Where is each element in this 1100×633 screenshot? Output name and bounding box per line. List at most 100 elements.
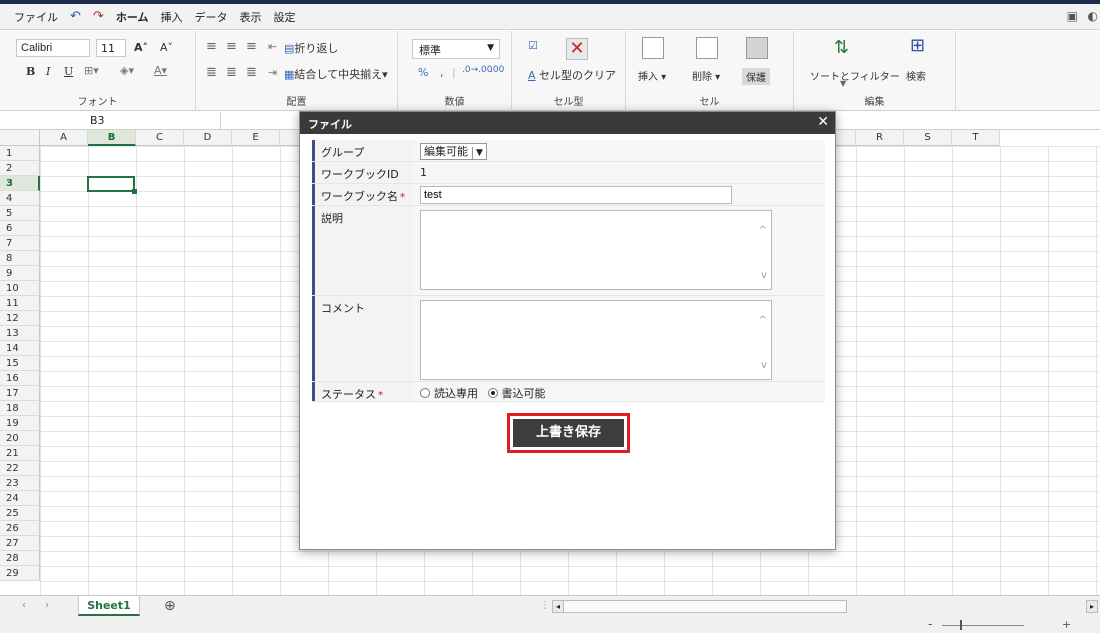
- align-left-icon[interactable]: ≣: [206, 65, 217, 80]
- zoom-slider-knob[interactable]: [960, 620, 962, 630]
- row-header[interactable]: 9: [0, 266, 40, 281]
- insert-button[interactable]: 挿入 ▾: [638, 68, 666, 83]
- align-center-icon[interactable]: ≣: [226, 65, 237, 80]
- wrap-text-button[interactable]: ▤折り返し: [284, 40, 338, 56]
- bold-icon[interactable]: B: [26, 65, 35, 78]
- row-header[interactable]: 15: [0, 356, 40, 371]
- font-shrink-icon[interactable]: A˅: [160, 41, 173, 54]
- row-header[interactable]: 16: [0, 371, 40, 386]
- sheet-tab-sheet1[interactable]: Sheet1: [78, 596, 140, 616]
- row-header[interactable]: 28: [0, 551, 40, 566]
- align-middle-icon[interactable]: ≡: [226, 39, 237, 54]
- splitter-handle-icon[interactable]: ⋮: [540, 600, 550, 611]
- scroll-up-icon[interactable]: ^: [759, 225, 767, 236]
- row-header[interactable]: 1: [0, 146, 40, 161]
- row-header[interactable]: 26: [0, 521, 40, 536]
- status-radio-writable[interactable]: 書込可能: [487, 385, 546, 401]
- help-icon[interactable]: ◐: [1088, 9, 1098, 23]
- outdent-icon[interactable]: ⇥: [268, 66, 277, 79]
- sort-filter-icon[interactable]: ⇅: [834, 37, 849, 58]
- row-header[interactable]: 5: [0, 206, 40, 221]
- scroll-down-icon[interactable]: v: [761, 270, 767, 281]
- number-format-select[interactable]: 標準 ▼: [412, 39, 500, 59]
- column-header[interactable]: A: [40, 130, 88, 146]
- column-header[interactable]: C: [136, 130, 184, 146]
- binoculars-icon[interactable]: ⊞: [910, 35, 925, 56]
- name-box[interactable]: B3: [0, 112, 220, 130]
- add-sheet-icon[interactable]: ⊕: [164, 598, 176, 614]
- redo-icon[interactable]: ↷: [93, 9, 104, 24]
- row-header[interactable]: 4: [0, 191, 40, 206]
- menu-file[interactable]: ファイル: [14, 9, 58, 25]
- protect-button[interactable]: 保護: [742, 68, 770, 85]
- overwrite-save-button[interactable]: 上書き保存: [513, 419, 624, 447]
- decrease-decimal-icon[interactable]: .00: [490, 65, 504, 75]
- row-header[interactable]: 29: [0, 566, 40, 581]
- row-header[interactable]: 24: [0, 491, 40, 506]
- font-size-select[interactable]: 11: [96, 39, 126, 57]
- menu-settings[interactable]: 設定: [273, 9, 295, 25]
- menu-view[interactable]: 表示: [239, 9, 261, 25]
- italic-icon[interactable]: I: [46, 65, 50, 78]
- scroll-right-icon[interactable]: ▸: [1086, 600, 1098, 613]
- row-header[interactable]: 8: [0, 251, 40, 266]
- workbook-name-input[interactable]: [420, 186, 732, 204]
- column-header[interactable]: B: [88, 130, 136, 146]
- sheet-nav-arrows-icon[interactable]: ‹ ›: [22, 600, 57, 611]
- indent-icon[interactable]: ⇤: [268, 40, 277, 53]
- row-header[interactable]: 12: [0, 311, 40, 326]
- comment-textarea[interactable]: ^ v: [420, 300, 772, 380]
- sort-filter-button[interactable]: ソートとフィルター: [810, 68, 900, 83]
- menu-insert[interactable]: 挿入: [160, 9, 182, 25]
- row-header[interactable]: 19: [0, 416, 40, 431]
- protect-icon[interactable]: [746, 37, 768, 59]
- column-header[interactable]: S: [904, 130, 952, 146]
- row-header[interactable]: 14: [0, 341, 40, 356]
- align-bottom-icon[interactable]: ≡: [246, 39, 257, 54]
- percent-icon[interactable]: %: [418, 66, 428, 79]
- comma-icon[interactable]: ,: [440, 66, 444, 79]
- delete-button[interactable]: 削除 ▾: [692, 68, 720, 83]
- row-header[interactable]: 6: [0, 221, 40, 236]
- align-top-icon[interactable]: ≡: [206, 39, 217, 54]
- menu-home[interactable]: ホーム: [116, 9, 149, 25]
- delete-cells-icon[interactable]: [696, 37, 718, 59]
- row-header[interactable]: 7: [0, 236, 40, 251]
- group-select[interactable]: 編集可能 ▼: [420, 143, 487, 160]
- underline-icon[interactable]: U: [64, 65, 73, 78]
- column-header[interactable]: D: [184, 130, 232, 146]
- scroll-left-icon[interactable]: ◂: [552, 600, 564, 613]
- row-header[interactable]: 21: [0, 446, 40, 461]
- menu-data[interactable]: データ: [194, 9, 227, 25]
- find-button[interactable]: 検索: [906, 68, 926, 83]
- scroll-down-icon[interactable]: v: [761, 360, 767, 371]
- select-all-corner[interactable]: [0, 130, 40, 146]
- row-header[interactable]: 25: [0, 506, 40, 521]
- row-header[interactable]: 27: [0, 536, 40, 551]
- status-radio-readonly[interactable]: 読込専用: [420, 385, 478, 401]
- column-header[interactable]: T: [952, 130, 1000, 146]
- description-textarea[interactable]: ^ v: [420, 210, 772, 290]
- close-icon[interactable]: ✕: [817, 114, 829, 130]
- zoom-slider[interactable]: [942, 625, 1024, 626]
- zoom-out-icon[interactable]: -: [928, 617, 932, 631]
- increase-decimal-icon[interactable]: .0→.00: [462, 65, 492, 75]
- row-header[interactable]: 3: [0, 176, 40, 191]
- row-header[interactable]: 22: [0, 461, 40, 476]
- column-header[interactable]: R: [856, 130, 904, 146]
- align-right-icon[interactable]: ≣: [246, 65, 257, 80]
- column-header[interactable]: E: [232, 130, 280, 146]
- row-header[interactable]: 11: [0, 296, 40, 311]
- horizontal-scrollbar[interactable]: [552, 600, 847, 613]
- row-header[interactable]: 13: [0, 326, 40, 341]
- merge-center-button[interactable]: ▦結合して中央揃え▾: [284, 66, 388, 82]
- ribbon-toggle-icon[interactable]: ▣: [1067, 9, 1078, 23]
- font-grow-icon[interactable]: A˄: [134, 41, 148, 54]
- row-header[interactable]: 10: [0, 281, 40, 296]
- selected-cell-b3[interactable]: [87, 176, 137, 194]
- fill-color-icon[interactable]: ◈▾: [120, 64, 134, 77]
- row-header[interactable]: 2: [0, 161, 40, 176]
- row-header[interactable]: 20: [0, 431, 40, 446]
- insert-cells-icon[interactable]: [642, 37, 664, 59]
- undo-icon[interactable]: ↶: [70, 9, 81, 24]
